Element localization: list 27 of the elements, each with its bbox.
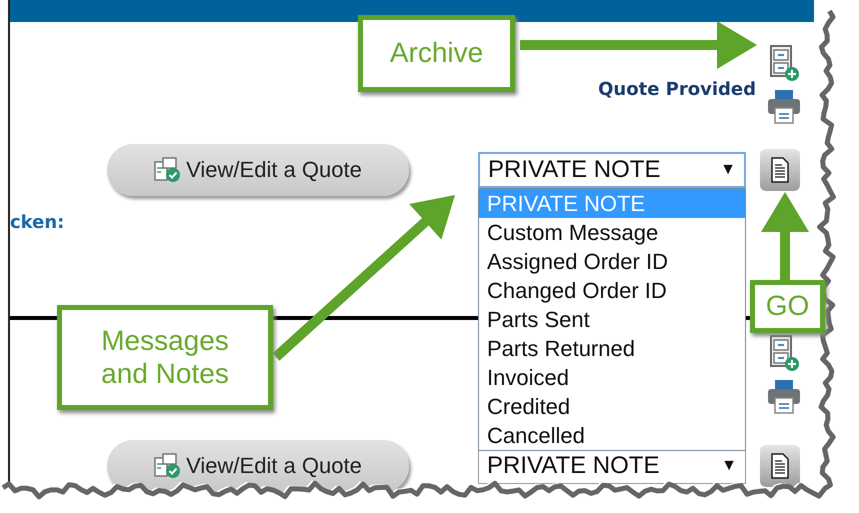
dropdown-option[interactable]: Credited <box>479 392 745 421</box>
view-edit-quote-button[interactable]: View/Edit a Quote <box>107 144 409 196</box>
note-type-select[interactable]: PRIVATE NOTE ▼ <box>478 448 746 484</box>
document-icon <box>770 157 790 183</box>
go-button[interactable] <box>760 445 800 487</box>
dropdown-option[interactable]: Custom Message <box>479 218 745 247</box>
go-button[interactable] <box>760 149 800 191</box>
quote-status: Quote Provided <box>598 78 756 100</box>
dropdown-option[interactable]: Parts Returned <box>479 334 745 363</box>
dropdown-option[interactable]: Invoiced <box>479 363 745 392</box>
archive-add-icon[interactable] <box>769 44 799 82</box>
printer-icon[interactable] <box>767 88 801 124</box>
note-type-select[interactable]: PRIVATE NOTE ▼ <box>478 152 746 188</box>
dropdown-option[interactable]: Changed Order ID <box>479 276 745 305</box>
document-check-icon <box>154 157 182 183</box>
printer-icon[interactable] <box>767 378 801 414</box>
callout-text: Archive <box>390 37 484 70</box>
callout-text: Messages and Notes <box>100 325 230 390</box>
document-icon <box>770 453 790 479</box>
dropdown-option[interactable]: Assigned Order ID <box>479 247 745 276</box>
dropdown-option[interactable]: Cancelled <box>479 421 745 450</box>
dropdown-option[interactable]: Parts Sent <box>479 305 745 334</box>
callout-text: GO <box>766 290 810 323</box>
archive-add-icon[interactable] <box>769 334 799 372</box>
document-check-icon <box>154 453 182 479</box>
view-edit-quote-button[interactable]: View/Edit a Quote <box>107 440 409 492</box>
field-label: cken: <box>10 212 64 235</box>
